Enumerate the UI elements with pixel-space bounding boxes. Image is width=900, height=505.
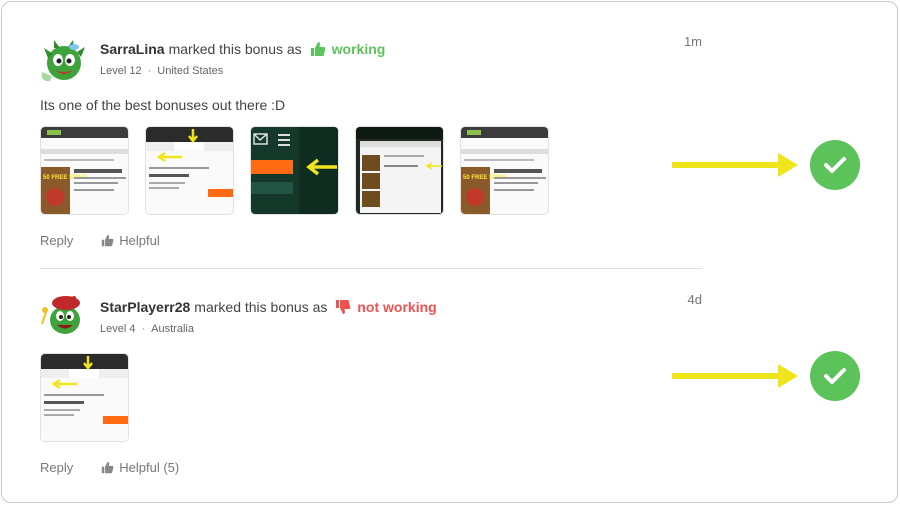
attachment-thumbnail[interactable] [355, 126, 444, 215]
attachments [40, 353, 702, 442]
timestamp: 1m [683, 34, 702, 49]
thumbs-up-icon [102, 461, 114, 474]
comment-author-info: StarPlayerr28 marked this bonus as not w… [100, 298, 437, 335]
comment-divider [40, 268, 702, 269]
username[interactable]: StarPlayerr28 [100, 298, 190, 316]
thumbs-up-icon [310, 42, 325, 56]
check-circle-icon [810, 140, 860, 190]
check-circle-icon [810, 351, 860, 401]
reply-button[interactable]: Reply [40, 233, 73, 248]
helpful-button[interactable]: Helpful [101, 233, 160, 248]
status-badge: not working [335, 298, 437, 316]
attachment-thumbnail[interactable] [250, 126, 339, 215]
attachment-thumbnail[interactable] [40, 353, 129, 442]
action-text: marked this bonus as [194, 299, 328, 315]
timestamp: 4d [687, 292, 702, 307]
comment-author-info: SarraLina marked this bonus as working L… [100, 40, 386, 77]
attachment-thumbnail[interactable]: 50 FREE SPINS [460, 126, 549, 215]
arrow-right-icon [672, 364, 798, 388]
user-level: Level 12 [100, 65, 142, 77]
annotation-marker [672, 351, 860, 401]
thumbs-down-icon [336, 300, 351, 314]
comment-header: StarPlayerr28 marked this bonus as not w… [40, 292, 702, 340]
status-badge: working [310, 40, 386, 58]
reply-button[interactable]: Reply [40, 460, 73, 475]
comment-actions: Reply Helpful [40, 233, 702, 248]
thumbs-up-icon [102, 234, 114, 247]
user-level: Level 4 [100, 323, 136, 335]
annotation-marker [672, 140, 860, 190]
comment-header: SarraLina marked this bonus as working L… [40, 34, 702, 82]
avatar[interactable] [40, 292, 88, 338]
comment-item: StarPlayerr28 marked this bonus as not w… [40, 292, 702, 475]
attachment-thumbnail[interactable] [145, 126, 234, 215]
status-label: not working [357, 299, 437, 315]
helpful-button[interactable]: Helpful (5) [101, 460, 179, 475]
helpful-label: Helpful (5) [119, 460, 180, 475]
user-country: Australia [151, 323, 194, 335]
user-country: United States [157, 65, 224, 77]
helpful-label: Helpful [119, 233, 160, 248]
status-label: working [331, 41, 386, 57]
attachments: 50 FREE SPINS 50 FREE SPINS [40, 126, 702, 215]
attachment-thumbnail[interactable]: 50 FREE SPINS [40, 126, 129, 215]
action-text: marked this bonus as [168, 41, 302, 57]
comment-actions: Reply Helpful (5) [40, 460, 702, 475]
username[interactable]: SarraLina [100, 40, 165, 58]
comment-item: SarraLina marked this bonus as working L… [40, 34, 702, 248]
arrow-right-icon [672, 153, 798, 177]
comment-text: Its one of the best bonuses out there :D [40, 97, 286, 113]
avatar[interactable] [40, 38, 88, 84]
